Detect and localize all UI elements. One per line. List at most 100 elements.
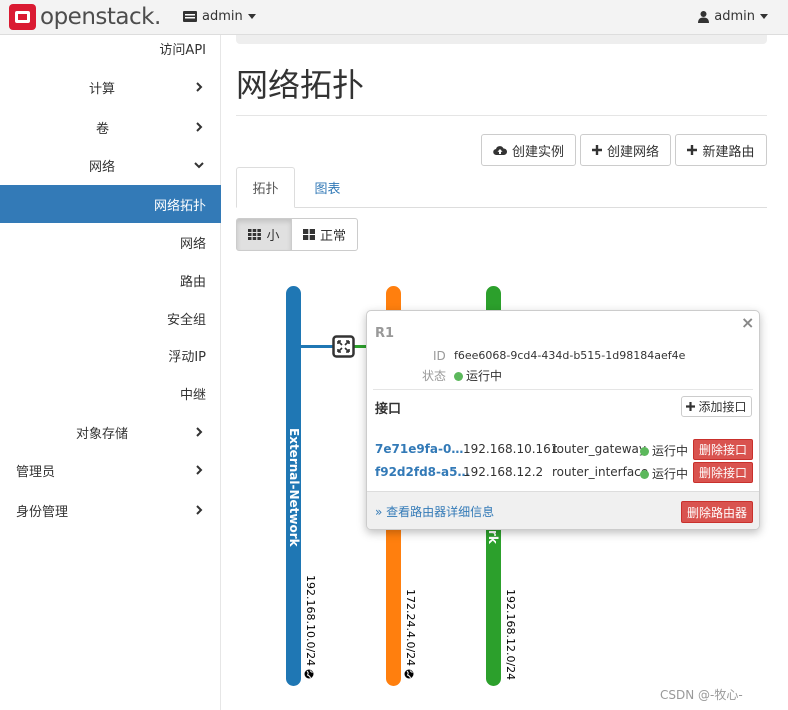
sidebar-item-admin[interactable]: 管理员	[0, 451, 221, 489]
sidebar-item-label: 对象存储	[76, 426, 129, 442]
chevron-down-icon	[760, 14, 768, 19]
delete-interface-button[interactable]: 删除接口	[693, 439, 753, 460]
interface-id-link[interactable]: 7e71e9fa-0…	[375, 442, 463, 456]
interface-status-value: 运行中	[652, 467, 689, 481]
project-switcher[interactable]: admin	[183, 9, 256, 24]
user-name: admin	[714, 9, 755, 24]
sidebar-item-label: 网络	[179, 236, 206, 252]
tab-graph[interactable]: 图表	[300, 167, 355, 208]
add-interface-button[interactable]: 添加接口	[681, 396, 752, 417]
project-name: admin	[202, 9, 243, 24]
sidebar-item-object-store[interactable]: 对象存储	[0, 413, 221, 451]
view-normal-toggle[interactable]: 正常	[291, 218, 358, 251]
network-cidr-public: 172.24.4.0/24	[404, 589, 417, 667]
interface-ip: 192.168.12.2	[463, 465, 544, 479]
chevron-right-icon	[196, 465, 203, 475]
create-instance-label: 创建实例	[511, 144, 564, 160]
sidebar-item-network[interactable]: 网络	[0, 146, 221, 184]
tab-label: 图表	[314, 182, 341, 197]
sidebar-item-security-groups[interactable]: 安全组	[0, 299, 221, 337]
create-router-button[interactable]: 新建路由	[675, 134, 767, 166]
globe-icon	[304, 669, 314, 679]
popup-footer: » 查看路由器详细信息 删除路由器	[367, 491, 759, 529]
tab-label: 拓扑	[252, 182, 279, 197]
router-status-label: 状态	[422, 369, 447, 383]
create-instance-button[interactable]: 创建实例	[481, 134, 576, 166]
chevron-down-icon	[247, 14, 256, 19]
create-network-label: 创建网络	[606, 144, 659, 160]
status-dot-icon	[640, 470, 649, 479]
interface-type: router_gateway	[552, 442, 646, 456]
network-name-internal: rk	[486, 530, 500, 544]
openstack-logo[interactable]: openstack.	[9, 4, 161, 30]
sidebar-item-volumes[interactable]: 卷	[0, 108, 221, 146]
view-normal-label: 正常	[319, 229, 346, 244]
router-status: 运行中	[454, 367, 502, 384]
breadcrumb-strip	[236, 35, 767, 44]
sidebar-item-label: 网络拓扑	[153, 198, 206, 214]
sidebar-item-floating-ips[interactable]: 浮动IP	[0, 336, 221, 374]
router-status-value: 运行中	[466, 369, 503, 383]
user-icon	[698, 10, 710, 23]
router-id-value: f6ee6068-9cd4-434d-b515-1d98184aef4e	[454, 349, 686, 362]
sidebar-item-label: 管理员	[16, 464, 56, 480]
sidebar-item-label: 身份管理	[16, 504, 69, 520]
interface-status-value: 运行中	[652, 444, 689, 458]
network-cidr-external: 192.168.10.0/24	[304, 575, 317, 667]
create-network-button[interactable]: 创建网络	[580, 134, 671, 166]
logo-text: openstack.	[40, 4, 161, 30]
router-icon[interactable]	[332, 335, 355, 358]
user-menu[interactable]: admin	[698, 9, 768, 24]
title-divider	[236, 115, 767, 116]
chevron-down-icon	[194, 162, 204, 169]
view-small-toggle[interactable]: 小	[236, 218, 292, 251]
close-icon[interactable]: ×	[741, 313, 754, 332]
project-icon	[183, 11, 197, 22]
sidebar-item-network-topology[interactable]: 网络拓扑	[0, 185, 221, 223]
tab-topology[interactable]: 拓扑	[236, 167, 295, 208]
grid-large-icon	[302, 229, 315, 240]
interface-status: 运行中	[640, 465, 688, 482]
interface-type: router_interface	[552, 465, 649, 479]
sidebar-item-label: 卷	[96, 121, 110, 137]
sidebar-item-label: 网络	[89, 159, 116, 175]
sidebar-item-routers[interactable]: 路由	[0, 261, 221, 299]
sidebar-item-label: 计算	[89, 81, 116, 97]
sidebar-item-networks[interactable]: 网络	[0, 223, 221, 261]
create-router-label: 新建路由	[702, 144, 755, 160]
chevron-right-icon	[196, 82, 203, 92]
interface-ip: 192.168.10.161	[463, 442, 559, 456]
interface-status: 运行中	[640, 442, 688, 459]
network-name-external: External-Network	[287, 428, 301, 547]
sidebar-item-trunks[interactable]: 中继	[0, 374, 221, 412]
cloud-upload-icon	[493, 145, 507, 155]
delete-router-label: 删除路由器	[686, 505, 747, 520]
watermark: CSDN @-牧心-	[660, 688, 743, 702]
router-link-internal	[354, 345, 366, 348]
status-dot-icon	[454, 372, 463, 381]
router-id-label: ID	[433, 349, 446, 363]
router-name: R1	[375, 326, 395, 341]
interface-id-link[interactable]: f92d2fd8-a5…	[375, 465, 469, 479]
popup-divider	[373, 389, 753, 390]
chevron-right-icon	[196, 122, 203, 132]
delete-interface-label: 删除接口	[698, 443, 747, 457]
openstack-logo-icon	[9, 4, 36, 30]
grid-small-icon	[248, 229, 262, 240]
delete-interface-label: 删除接口	[698, 466, 747, 480]
delete-interface-button[interactable]: 删除接口	[693, 462, 753, 483]
sidebar-item-api-access[interactable]: 访问API	[0, 29, 221, 67]
plus-icon	[591, 145, 602, 155]
page-title: 网络拓扑	[236, 66, 365, 104]
delete-router-button[interactable]: 删除路由器	[681, 501, 753, 523]
sidebar-item-compute[interactable]: 计算	[0, 68, 221, 106]
sidebar-item-label: 访问API	[159, 42, 206, 58]
router-details-link[interactable]: » 查看路由器详细信息	[375, 503, 494, 520]
globe-icon	[404, 669, 414, 679]
status-dot-icon	[640, 447, 649, 456]
add-interface-label: 添加接口	[698, 400, 747, 414]
sidebar-item-identity[interactable]: 身份管理	[0, 491, 221, 529]
plus-icon	[686, 402, 696, 411]
chevron-right-icon	[196, 427, 203, 437]
sidebar-item-label: 安全组	[166, 312, 206, 328]
